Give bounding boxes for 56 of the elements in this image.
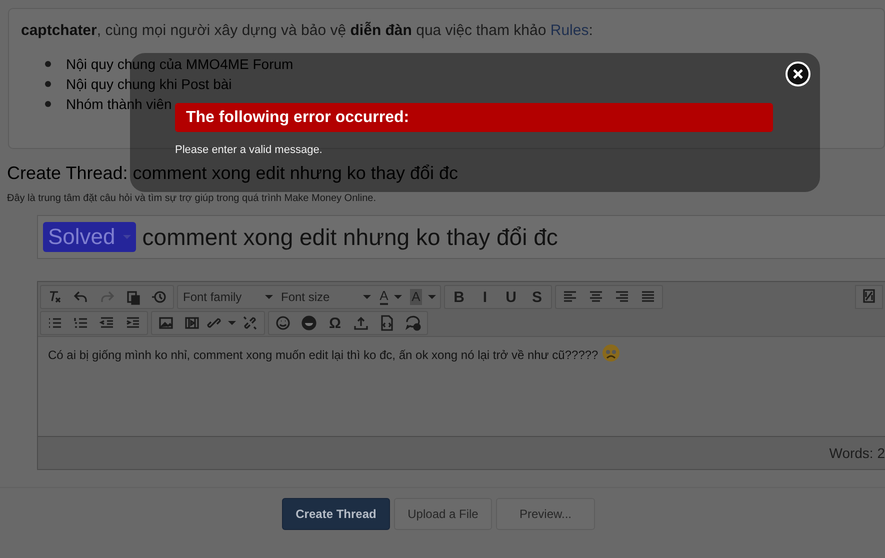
secondary-button[interactable]: Preview... [496,498,595,530]
prefix-dropdown[interactable]: Solved [43,222,136,252]
undo-icon [73,289,89,305]
outdent-icon [99,315,115,331]
notice-text: captchater, cùng mọi người xây dựng và bảo vệ diễn đàn qua việc tham khảo Rules: [21,22,594,39]
page-subtitle: Đây là trung tâm đặt câu hỏi và tìm sự trợ giúp trong quá trình Make Money Online. [7,193,377,204]
page-title: Create Thread: comment xong edit nhưng ko thay đổi đc [7,163,459,183]
align-left-icon [562,289,578,305]
clipboard-icon [125,289,141,305]
code-file-icon [379,315,395,331]
caret-icon [265,295,273,299]
toolbar-button[interactable]: Ω [322,313,348,333]
toolbar-dropdown[interactable]: Font family [179,287,277,307]
toolbar-button[interactable]: U [498,287,524,307]
rule-link[interactable]: Nội quy chung của MMO4ME Forum [66,56,294,72]
caret-icon [363,295,371,299]
bullet-icon [45,101,51,107]
smiley-icon [275,315,291,331]
create-thread-button[interactable]: Create Thread [282,498,390,530]
image-icon [158,315,174,331]
rules-link[interactable]: Rules [550,22,589,39]
message-text: Có ai bị giống mình ko nhỉ, comment xong muốn edit lại thì ko đc, ấn ok xong nó lại trở về như cũ????? [48,347,875,363]
caret-icon [394,295,402,299]
upload-icon [353,315,369,331]
justify-icon [640,289,656,305]
redo-icon [99,289,115,305]
history-icon [151,289,167,305]
caret-icon [428,295,436,299]
thread-title-field[interactable]: Solved comment xong edit nhưng ko thay đổi đc [37,215,885,259]
link-icon [206,315,222,331]
secondary-button[interactable]: Upload a File [394,498,492,530]
sad-face-icon [602,344,620,362]
bullet-list-icon [47,315,63,331]
rule-link[interactable]: Nhóm thành viên [66,96,172,112]
grinning-face-icon [301,315,317,331]
numbered-list-icon [73,315,89,331]
unlink-icon [242,315,258,331]
thread-title-text: comment xong edit nhưng ko thay đổi đc [142,224,558,250]
rule-link[interactable]: Nội quy chung khi Post bài [66,76,232,92]
text-color-button[interactable]: A [375,287,407,307]
word-count: Words: 2 [829,445,885,461]
align-center-icon [588,289,604,305]
clear-format-icon [47,289,63,305]
toolbar-button[interactable]: B [446,287,472,307]
bullet-icon [45,61,51,67]
bullet-icon [45,81,51,87]
toggle-editor-icon [861,288,877,304]
toolbar-button[interactable]: S [524,287,550,307]
align-right-icon [614,289,630,305]
error-heading: The following error occurred: [175,103,773,132]
caret-icon [228,321,236,325]
toolbar-button[interactable]: I [472,287,498,307]
error-message: Please enter a valid message. [175,144,324,156]
film-icon [184,315,200,331]
toolbar-dropdown[interactable]: Font size [277,287,375,307]
indent-icon [125,315,141,331]
